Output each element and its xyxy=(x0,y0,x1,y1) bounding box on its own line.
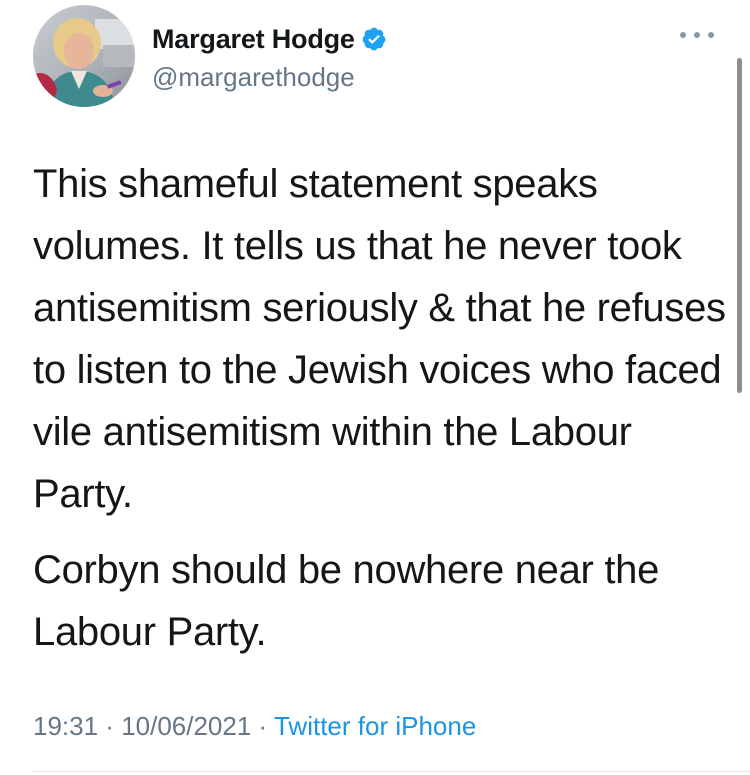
tweet-paragraph: Corbyn should be nowhere near the Labour… xyxy=(33,548,660,654)
more-dot xyxy=(694,32,700,38)
more-dot xyxy=(708,32,714,38)
verified-badge-icon xyxy=(361,26,387,52)
tweet-time[interactable]: 19:31 xyxy=(33,711,98,741)
tweet-text: This shameful statement speaks volumes. … xyxy=(33,153,733,663)
tweet-meta: 19:31 · 10/06/2021 · Twitter for iPhone xyxy=(33,711,476,742)
divider xyxy=(33,771,750,772)
author-name-row[interactable]: Margaret Hodge xyxy=(152,21,387,57)
tweet-date[interactable]: 10/06/2021 xyxy=(121,711,251,741)
author-handle[interactable]: @margarethodge xyxy=(152,62,355,93)
scrollbar[interactable] xyxy=(737,58,742,393)
tweet-source-link[interactable]: Twitter for iPhone xyxy=(274,711,476,741)
more-options-icon[interactable] xyxy=(680,28,714,42)
meta-separator: · xyxy=(251,711,274,741)
more-dot xyxy=(680,32,686,38)
avatar[interactable] xyxy=(33,5,135,107)
author-display-name[interactable]: Margaret Hodge xyxy=(152,24,355,55)
tweet: Margaret Hodge @margarethodge This shame… xyxy=(0,0,750,775)
tweet-paragraph: This shameful statement speaks volumes. … xyxy=(33,162,726,516)
meta-separator: · xyxy=(98,711,122,741)
